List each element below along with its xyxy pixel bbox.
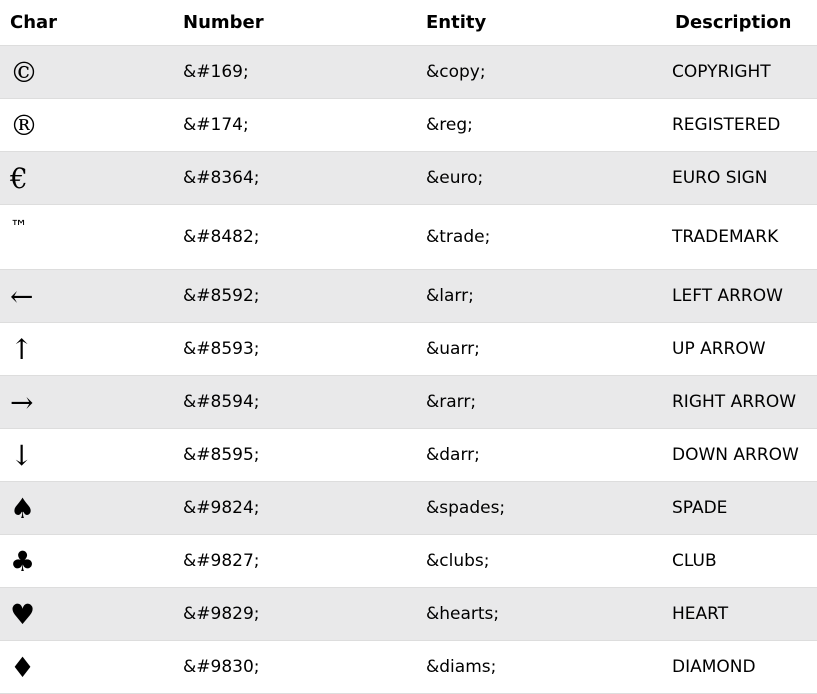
number-cell: &#9829; <box>173 587 416 641</box>
number-cell: &#9827; <box>173 534 416 588</box>
entity-cell: &uarr; <box>416 322 665 376</box>
description-cell: REGISTERED <box>665 98 817 152</box>
table-row: ♦ &#9830; &diams; DIAMOND <box>0 640 817 694</box>
char-cell: ↑ <box>0 322 173 376</box>
entity-cell: &euro; <box>416 151 665 205</box>
table-row: ♠ &#9824; &spades; SPADE <box>0 481 817 535</box>
table-row: ↑ &#8593; &uarr; UP ARROW <box>0 322 817 376</box>
description-cell: EURO SIGN <box>665 151 817 205</box>
entity-cell: &diams; <box>416 640 665 694</box>
table-row: ♥ &#9829; &hearts; HEART <box>0 587 817 641</box>
header-description: Description <box>665 0 817 46</box>
entity-cell: &clubs; <box>416 534 665 588</box>
char-cell: ♦ <box>0 640 173 694</box>
number-cell: &#8593; <box>173 322 416 376</box>
table-row: © &#169; &copy; COPYRIGHT <box>0 45 817 99</box>
description-cell: UP ARROW <box>665 322 817 376</box>
char-cell: ♥ <box>0 587 173 641</box>
number-cell: &#8364; <box>173 151 416 205</box>
description-cell: LEFT ARROW <box>665 269 817 323</box>
header-char: Char <box>0 0 173 46</box>
description-cell: TRADEMARK <box>665 204 817 270</box>
number-cell: &#8594; <box>173 375 416 429</box>
char-cell: ♠ <box>0 481 173 535</box>
description-cell: SPADE <box>665 481 817 535</box>
description-cell: RIGHT ARROW <box>665 375 817 429</box>
char-cell: € <box>0 151 173 205</box>
table-row: → &#8594; &rarr; RIGHT ARROW <box>0 375 817 429</box>
description-cell: DOWN ARROW <box>665 428 817 482</box>
entity-cell: &copy; <box>416 45 665 99</box>
entity-cell: &spades; <box>416 481 665 535</box>
entity-cell: &hearts; <box>416 587 665 641</box>
char-cell: ™ <box>0 204 173 270</box>
description-cell: HEART <box>665 587 817 641</box>
description-cell: CLUB <box>665 534 817 588</box>
entity-cell: &rarr; <box>416 375 665 429</box>
table-row: € &#8364; &euro; EURO SIGN <box>0 151 817 205</box>
number-cell: &#8595; <box>173 428 416 482</box>
char-cell: ® <box>0 98 173 152</box>
html-entities-table: Char Number Entity Description © &#169; … <box>0 0 817 694</box>
table-row: ™ &#8482; &trade; TRADEMARK <box>0 204 817 270</box>
table-row: ↓ &#8595; &darr; DOWN ARROW <box>0 428 817 482</box>
entity-cell: &trade; <box>416 204 665 270</box>
table-row: ← &#8592; &larr; LEFT ARROW <box>0 269 817 323</box>
table-row: ♣ &#9827; &clubs; CLUB <box>0 534 817 588</box>
description-cell: COPYRIGHT <box>665 45 817 99</box>
header-entity: Entity <box>416 0 665 46</box>
char-cell: ← <box>0 269 173 323</box>
number-cell: &#9830; <box>173 640 416 694</box>
number-cell: &#174; <box>173 98 416 152</box>
number-cell: &#169; <box>173 45 416 99</box>
table-header-row: Char Number Entity Description <box>0 0 817 46</box>
entity-cell: &darr; <box>416 428 665 482</box>
char-cell: ♣ <box>0 534 173 588</box>
number-cell: &#8482; <box>173 204 416 270</box>
number-cell: &#9824; <box>173 481 416 535</box>
table-row: ® &#174; &reg; REGISTERED <box>0 98 817 152</box>
char-cell: ↓ <box>0 428 173 482</box>
description-cell: DIAMOND <box>665 640 817 694</box>
number-cell: &#8592; <box>173 269 416 323</box>
char-cell: © <box>0 45 173 99</box>
char-cell: → <box>0 375 173 429</box>
entity-cell: &larr; <box>416 269 665 323</box>
header-number: Number <box>173 0 416 46</box>
entity-cell: &reg; <box>416 98 665 152</box>
